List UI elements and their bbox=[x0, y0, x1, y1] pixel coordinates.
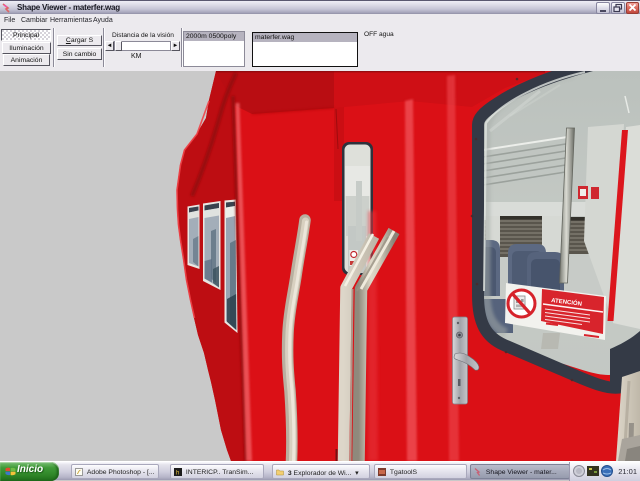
svg-text:h: h bbox=[176, 471, 179, 477]
